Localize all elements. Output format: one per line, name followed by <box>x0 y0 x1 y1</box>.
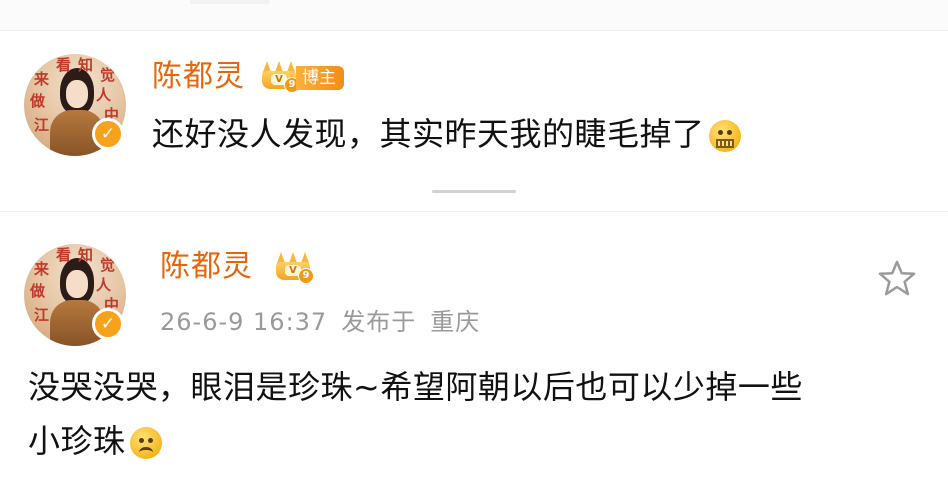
avatar-calligraphy: 知 <box>78 246 94 264</box>
frowning-face-emoji <box>129 427 162 459</box>
avatar-calligraphy: 觉 <box>100 256 116 274</box>
avatar-calligraphy: 人 <box>96 276 112 294</box>
avatar-calligraphy: 人 <box>96 86 112 104</box>
avatar-calligraphy: 觉 <box>100 66 116 84</box>
zipper-mouth-face-emoji <box>708 120 741 152</box>
divider <box>0 211 948 212</box>
avatar-calligraphy: 看 <box>56 56 72 74</box>
author-name[interactable]: 陈都灵 <box>152 62 245 92</box>
avatar-face <box>66 80 88 108</box>
location: 重庆 <box>430 308 481 336</box>
avatar-calligraphy: 做 <box>30 282 46 300</box>
reply-text: 还好没人发现，其实昨天我的睫毛掉了 <box>152 107 741 161</box>
post-meta: 26-6-9 16:37 发布于 重庆 <box>160 310 480 334</box>
drag-handle[interactable] <box>432 190 516 193</box>
post-content-line: 小珍珠 <box>28 414 803 468</box>
verified-icon: ✓ <box>92 308 124 340</box>
location-prefix: 发布于 <box>341 308 417 336</box>
avatar-calligraphy: 来 <box>34 70 50 88</box>
avatar-calligraphy: 来 <box>34 260 50 278</box>
avatar-calligraphy: 看 <box>56 246 72 264</box>
author-badge: 博主 <box>296 66 344 90</box>
avatar-calligraphy: 江 <box>34 116 50 134</box>
timestamp: 26-6-9 16:37 <box>160 308 328 336</box>
top-bar-hint <box>190 0 270 4</box>
avatar-calligraphy: 江 <box>34 306 50 324</box>
author-name[interactable]: 陈都灵 <box>160 252 253 282</box>
post-content-tail: 小珍珠 <box>28 422 126 460</box>
avatar-calligraphy: 知 <box>78 56 94 74</box>
reply-content: 还好没人发现，其实昨天我的睫毛掉了 <box>152 115 705 153</box>
top-bar <box>0 0 948 31</box>
level-number: 9 <box>298 268 314 284</box>
verified-icon: ✓ <box>92 118 124 150</box>
avatar-face <box>66 270 88 298</box>
star-outline-icon[interactable] <box>878 259 916 297</box>
post-text: 没哭没哭，眼泪是珍珠~希望阿朝以后也可以少掉一些 小珍珠 <box>28 360 803 468</box>
post-content-line: 没哭没哭，眼泪是珍珠~希望阿朝以后也可以少掉一些 <box>28 368 803 406</box>
crown-icon: V9 <box>276 252 314 284</box>
avatar-calligraphy: 做 <box>30 92 46 110</box>
crown-icon: V9 <box>262 61 300 93</box>
